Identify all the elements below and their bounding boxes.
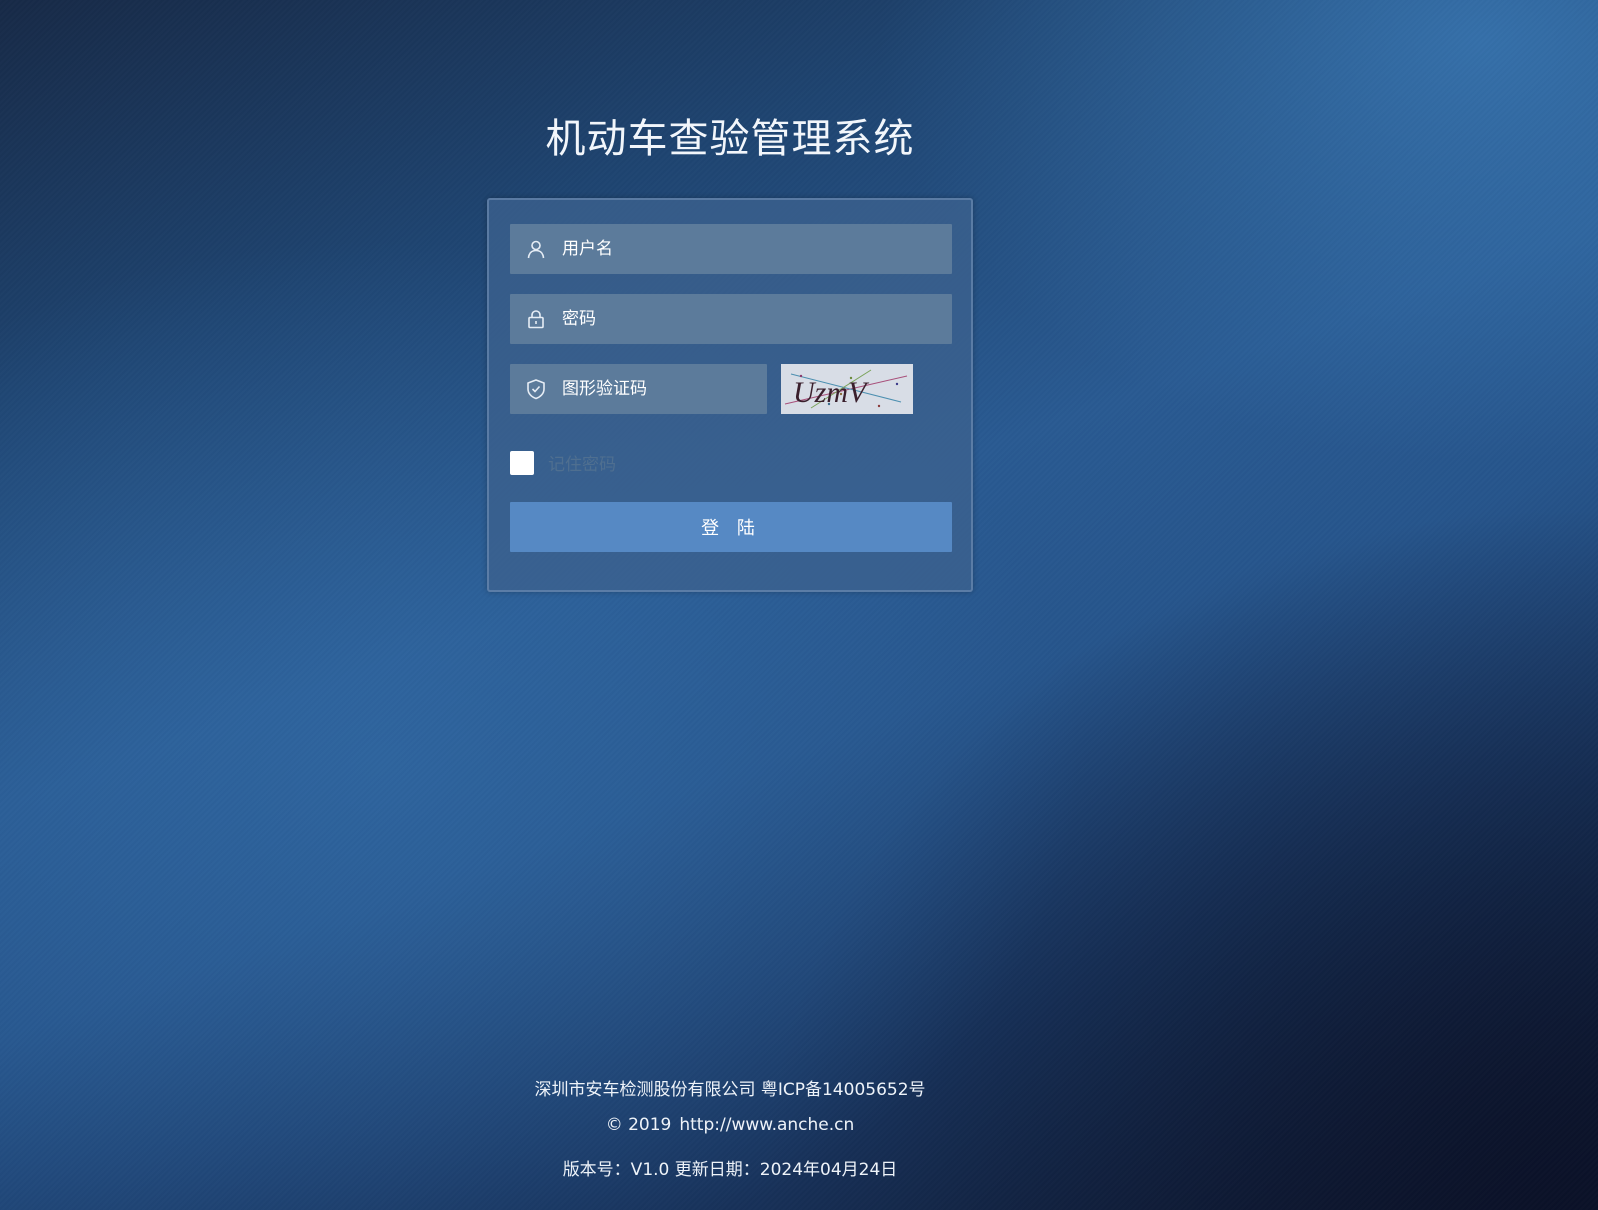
username-input[interactable] — [562, 225, 952, 273]
footer-company: 深圳市安车检测股份有限公司 粤ICP备14005652号 — [534, 1080, 926, 1100]
login-form: UzmV 记住密码 登 陆 — [487, 198, 973, 592]
captcha-image[interactable]: UzmV — [781, 364, 913, 414]
website-link[interactable]: http://www.anche.cn — [679, 1115, 854, 1135]
captcha-field[interactable] — [510, 364, 781, 414]
footer-version: 版本号：V1.0 更新日期：2024年04月24日 — [562, 1160, 898, 1180]
password-input[interactable] — [562, 295, 952, 343]
remember-label: 记住密码 — [548, 455, 616, 475]
password-field[interactable] — [510, 294, 952, 344]
remember-checkbox[interactable] — [510, 450, 534, 475]
footer-copyright: © 2019 http://www.anche.cn — [0, 1115, 1460, 1135]
captcha-text: UzmV — [793, 376, 870, 409]
username-field[interactable] — [510, 224, 952, 274]
remember-password[interactable]: 记住密码 — [510, 450, 616, 475]
copyright-text: © 2019 — [605, 1115, 672, 1135]
page-title: 机动车查验管理系统 — [545, 116, 915, 162]
lock-icon — [510, 294, 562, 344]
login-button[interactable]: 登 陆 — [510, 502, 952, 552]
shield-check-icon — [510, 364, 562, 414]
captcha-input[interactable] — [562, 365, 781, 413]
user-icon — [510, 224, 562, 274]
